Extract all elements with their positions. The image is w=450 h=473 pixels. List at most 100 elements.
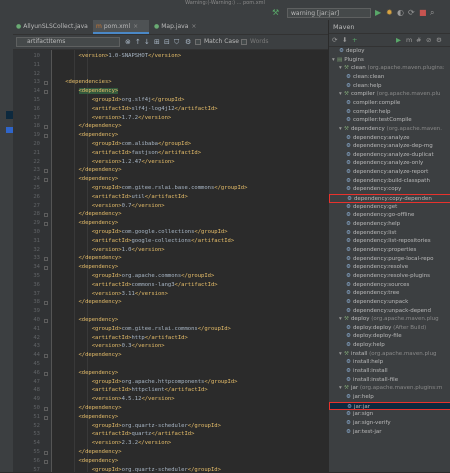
maven-goal-item[interactable]: ⚙jar:sign [329,410,450,419]
fold-marker-icon[interactable] [44,319,48,323]
maven-goal-item[interactable]: ⚙dependency:analyze-duplicat [329,151,450,160]
fold-marker-icon[interactable] [44,134,48,138]
maven-goal-item[interactable]: ⚙dependency:analyze-only [329,159,450,168]
maven-folder-node[interactable]: ▾▤Plugins [329,56,450,65]
maven-goal-item[interactable]: ⚙dependency:copy [329,185,450,194]
add-icon[interactable]: + [352,36,357,44]
fold-marker-icon[interactable] [44,178,48,182]
maven-plugin-node[interactable]: ▾⚒dependency (org.apache.maven. [329,125,450,134]
maven-goal-item[interactable]: ⚙dependency:resolve-plugins [329,272,450,281]
fold-marker-icon[interactable] [44,354,48,358]
run-icon[interactable]: ▶ [375,9,381,17]
toggle-offline-icon[interactable]: # [416,36,421,44]
filter-icon[interactable]: ⛉ [174,37,179,47]
maven-goal-item[interactable]: ⚙compiler:compile [329,99,450,108]
fold-marker-icon[interactable] [44,416,48,420]
generate-sources-icon[interactable]: ⬇ [342,36,347,44]
maven-goal-item[interactable]: ⚙dependency:go-offline [329,211,450,220]
fold-marker-icon[interactable] [44,301,48,305]
fold-marker-icon[interactable] [44,266,48,270]
maven-goal-item[interactable]: ⚙deploy:deploy-file [329,332,450,341]
maven-goal-item[interactable]: ⚙dependency:resolve [329,263,450,272]
fold-marker-icon[interactable] [44,90,48,94]
match-case-checkbox[interactable] [195,39,201,45]
maven-goal-item[interactable]: ⚙dependency:analyze-report [329,168,450,177]
maven-goal-item[interactable]: ⚙dependency:analyze [329,134,450,143]
search-everywhere-icon[interactable]: ⌕ [430,9,434,17]
maven-goal-item[interactable]: ⚙dependency:sources [329,281,450,290]
previous-occurrence-icon[interactable]: ↑ [135,37,141,47]
skip-tests-icon[interactable]: ⊘ [426,36,431,44]
select-all-occurrences-icon[interactable]: ⊟ [164,37,170,47]
close-icon[interactable]: × [133,23,138,30]
maven-goal-item[interactable]: ⚙dependency:properties [329,246,450,255]
build-icon[interactable]: ⚒ [272,9,279,17]
maven-goal-item[interactable]: ⚙deploy:help [329,341,450,350]
maven-goal-item[interactable]: ⚙dependency:unpack-depend [329,307,450,316]
stop-icon[interactable]: ■ [419,9,427,17]
clear-search-icon[interactable]: ⊗ [125,37,131,47]
project-panel[interactable] [6,20,13,472]
maven-goal-item[interactable]: ⚙dependency:help [329,220,450,229]
tab-allyun-sls-collect[interactable]: ●AllyunSLSCollect.java× [13,20,91,34]
run-maven-icon[interactable]: ▶ [396,36,401,44]
maven-goal-item[interactable]: ⚙dependency:list-repositories [329,237,450,246]
regex-settings-icon[interactable]: ⚙ [185,37,191,47]
maven-goal-item[interactable]: ⚙dependency:tree [329,289,450,298]
maven-goal-item[interactable]: ⚙clean:help [329,82,450,91]
run-config-select[interactable]: warning [jar:jar] [287,8,371,18]
fold-marker-icon[interactable] [44,125,48,129]
fold-marker-icon[interactable] [44,81,48,85]
settings-icon[interactable]: ⚙ [436,36,442,44]
maven-plugin-node[interactable]: ▾⚒clean (org.apache.maven.plugins: [329,64,450,73]
line-number-gutter[interactable]: 1011121314151617181920212223242526272829… [13,50,52,472]
project-selected-row[interactable] [6,111,13,119]
maven-goal-item[interactable]: ⚙jar:help [329,393,450,402]
next-occurrence-icon[interactable]: ↓ [144,37,150,47]
tab-map-java[interactable]: ●Map.java× [151,20,207,34]
maven-goal-item[interactable]: ⚙jar:test-jar [329,428,450,437]
maven-goal-item[interactable]: ⚙compiler:testCompile [329,116,450,125]
maven-goal-item[interactable]: ⚙install:install-file [329,376,450,385]
search-input[interactable]: artifactItems [16,37,120,47]
code-line: <dependency> [52,458,118,464]
maven-goal-item[interactable]: ⚙compiler:help [329,108,450,117]
fold-marker-icon[interactable] [44,372,48,376]
close-icon[interactable]: × [191,23,196,30]
execute-goal-icon[interactable]: m [406,36,412,44]
fold-marker-icon[interactable] [44,257,48,261]
maven-goal-item[interactable]: ⚙jar:jar [329,402,450,411]
fold-marker-icon[interactable] [44,407,48,411]
maven-plugin-node[interactable]: ▾⚒deploy (org.apache.maven.plug [329,315,450,324]
project-focused-row[interactable] [6,127,13,133]
maven-plugin-node[interactable]: ▾⚒install (org.apache.maven.plug [329,350,450,359]
coverage-icon[interactable]: ◐ [397,9,404,17]
maven-goal-item[interactable]: ⚙install:install [329,367,450,376]
maven-goal-item[interactable]: ⚙dependency:unpack [329,298,450,307]
maven-goal-item[interactable]: ⚙dependency:purge-local-repo [329,255,450,264]
maven-goal-item[interactable]: ⚙dependency:get [329,203,450,212]
fold-marker-icon[interactable] [44,222,48,226]
fold-marker-icon[interactable] [44,460,48,464]
fold-marker-icon[interactable] [44,451,48,455]
fold-marker-icon[interactable] [44,213,48,217]
maven-goal-item[interactable]: ⚙dependency:analyze-dep-mg [329,142,450,151]
profile-icon[interactable]: ⟳ [408,9,415,17]
reload-icon[interactable]: ⟳ [332,36,337,44]
tab-pom-xml[interactable]: mpom.xml× [93,20,149,34]
maven-plugin-node[interactable]: ▾⚒compiler (org.apache.maven.plu [329,90,450,99]
maven-goal-item[interactable]: ⚙clean:clean [329,73,450,82]
maven-goal-item[interactable]: ⚙jar:sign-verify [329,419,450,428]
debug-icon[interactable]: ✹ [386,9,393,17]
words-checkbox[interactable] [241,39,247,45]
maven-goal-item[interactable]: ⚙install:help [329,358,450,367]
code-editor[interactable]: <version>1.0-SNAPSHOT</version> <depende… [52,50,328,472]
maven-goal-item[interactable]: ⚙deploy [329,47,450,56]
add-selection-icon[interactable]: ⊞ [154,37,160,47]
maven-goal-item[interactable]: ⚙dependency:build-classpath [329,177,450,186]
maven-goal-item[interactable]: ⚙dependency:copy-dependen [329,194,450,203]
fold-marker-icon[interactable] [44,169,48,173]
maven-goal-item[interactable]: ⚙deploy:deploy (After Build) [329,324,450,333]
maven-goal-item[interactable]: ⚙dependency:list [329,229,450,238]
maven-plugin-node[interactable]: ▾⚒jar (org.apache.maven.plugins:m [329,384,450,393]
